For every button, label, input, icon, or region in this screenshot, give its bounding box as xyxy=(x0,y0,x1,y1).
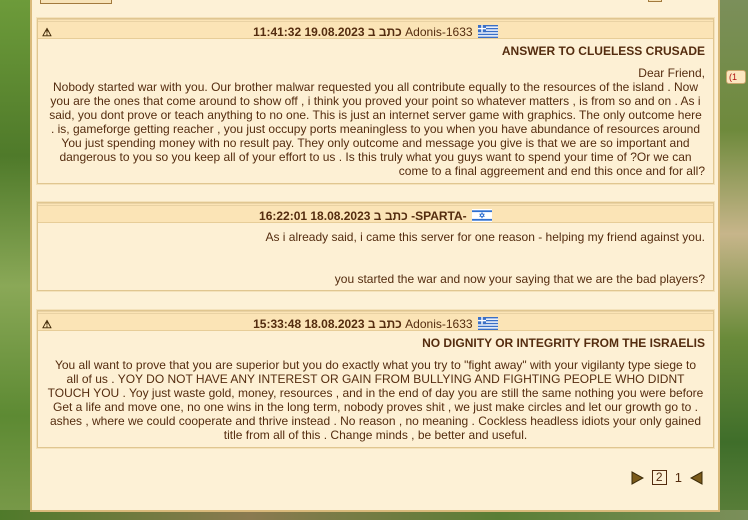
message-header: 16:22:01 18.08.2023 כתב ב -SPARTA- xyxy=(38,203,713,223)
game-background-left xyxy=(0,0,30,520)
wrote-label: כתב ב xyxy=(367,25,402,39)
sender-name[interactable]: Adonis-1633 xyxy=(405,25,472,39)
text-line: .title from all of this . Change minds ,… xyxy=(223,428,528,442)
message-subject: NO DIGNITY OR INTEGRITY FROM THE ISRAELI… xyxy=(422,336,705,350)
text-line: ashes , where we could cooperate and thr… xyxy=(49,414,702,428)
top-marker xyxy=(648,0,662,2)
text-line xyxy=(46,258,705,272)
message-board-window: ⚠ 11:41:32 19.08.2023 כתב ב Adonis-1633 … xyxy=(30,0,720,512)
greece-flag-icon xyxy=(477,317,498,330)
warning-icon[interactable]: ⚠ xyxy=(42,23,52,43)
message-header: ⚠ 15:33:48 18.08.2023 כתב ב Adonis-1633 xyxy=(38,311,713,331)
pagination: 2 1 xyxy=(630,470,704,485)
message-text: You all want to prove that you are super… xyxy=(46,358,705,442)
message-post: ⚠ 15:33:48 18.08.2023 כתב ב Adonis-1633 … xyxy=(36,309,715,449)
wrote-label: כתב ב xyxy=(367,317,402,331)
text-line: .As i already said, i came this server f… xyxy=(265,230,705,244)
message-body: ANSWER TO CLUELESS CRUSADE ,Dear Friend … xyxy=(38,39,713,181)
message-post: 16:22:01 18.08.2023 כתב ב -SPARTA- .As i… xyxy=(36,201,715,292)
message-subject: ANSWER TO CLUELESS CRUSADE xyxy=(501,44,705,58)
message-text: .As i already said, i came this server f… xyxy=(46,225,705,286)
text-line: all of us . YOY DO NOT HAVE ANY INTEREST… xyxy=(66,372,685,386)
text-line: Nobody started war with you. Our brother… xyxy=(53,80,698,94)
post-time: 11:41:32 19.08.2023 xyxy=(253,25,365,39)
text-line: said, you dont prove or teach anything t… xyxy=(49,108,702,122)
message-body: NO DIGNITY OR INTEGRITY FROM THE ISRAELI… xyxy=(38,331,713,445)
next-page-arrow-icon[interactable] xyxy=(630,470,644,485)
wrote-label: כתב ב xyxy=(373,209,408,223)
text-line: . Get a life and move one, no one wins i… xyxy=(52,400,698,414)
text-line: is, gameforge getting reacher , you just… xyxy=(50,122,701,136)
top-button[interactable] xyxy=(40,0,112,4)
message-text: ,Dear Friend Nobody started war with you… xyxy=(46,66,705,178)
israel-flag-icon xyxy=(471,209,492,222)
previous-page-arrow-icon[interactable] xyxy=(690,470,704,485)
text-line: ,Dear Friend xyxy=(638,66,705,80)
post-time: 15:33:48 18.08.2023 xyxy=(253,317,365,331)
text-line: ?come to a final aggreement and end this… xyxy=(398,164,705,178)
sender-name[interactable]: Adonis-1633 xyxy=(405,317,472,331)
message-header: ⚠ 11:41:32 19.08.2023 כתב ב Adonis-1633 xyxy=(38,19,713,39)
text-line: You just spending money with no result p… xyxy=(61,136,690,150)
side-badge[interactable]: (1 xyxy=(726,70,746,84)
game-background-right: (1 xyxy=(718,0,748,520)
text-line: ?you started the war and now your saying… xyxy=(334,272,705,286)
message-body: .As i already said, i came this server f… xyxy=(38,223,713,289)
post-time: 16:22:01 18.08.2023 xyxy=(259,209,371,223)
current-page: 2 xyxy=(651,470,667,485)
text-line: dangerous to you so you keep all of your… xyxy=(59,150,692,164)
page-link[interactable]: 1 xyxy=(675,470,682,485)
message-post: ⚠ 11:41:32 19.08.2023 כתב ב Adonis-1633 … xyxy=(36,17,715,185)
text-line: TOUCH YOU . Yoy just waste gold, money, … xyxy=(47,386,704,400)
text-line: you are the ones that come around to sho… xyxy=(50,94,701,108)
warning-icon[interactable]: ⚠ xyxy=(42,315,52,335)
greece-flag-icon xyxy=(477,25,498,38)
text-line xyxy=(46,244,705,258)
sender-name[interactable]: -SPARTA- xyxy=(411,209,467,223)
text-line: You all want to prove that you are super… xyxy=(54,358,697,372)
